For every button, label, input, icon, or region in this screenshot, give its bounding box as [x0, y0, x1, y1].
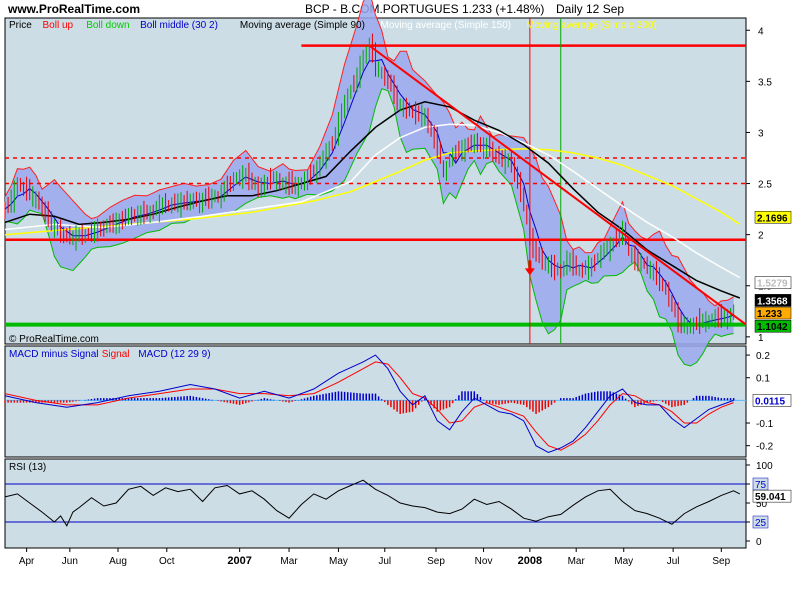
legend-price-2: Boll down — [86, 20, 129, 31]
legend-price-4: Moving average (Simple 90) — [240, 20, 365, 31]
legend-price-0: Price — [9, 20, 32, 31]
macd-axis-tick-label: 0.1 — [756, 374, 770, 385]
value-label-text: 1.3568 — [757, 296, 788, 307]
price-axis-tick-label: 4 — [758, 26, 764, 37]
rsi-value-text: 59.041 — [755, 492, 786, 503]
macd-axis-tick-label: -0.2 — [756, 442, 774, 453]
time-axis-label: Aug — [109, 556, 127, 567]
time-axis-label: Sep — [712, 556, 730, 567]
time-axis-label: May — [614, 556, 633, 567]
legend-price-3: Boll middle (30 2) — [140, 20, 218, 31]
legend-macd-2: MACD (12 29 9) — [138, 349, 210, 360]
macd-value-text: 0.0115 — [755, 396, 785, 407]
time-axis-label: Jul — [378, 556, 391, 567]
legend-rsi-0: RSI (13) — [9, 462, 46, 473]
time-axis-label: 2007 — [227, 555, 251, 567]
time-axis-label: 2008 — [518, 555, 542, 567]
value-label-text: 2.1696 — [757, 213, 788, 224]
macd-current-value: 0.0115 — [752, 394, 792, 407]
macd-axis-tick-label: 0.2 — [756, 351, 770, 362]
macd-axis-tick-label: -0.1 — [756, 419, 774, 430]
time-axis-label: Mar — [280, 556, 298, 567]
value-label-text: 1.1042 — [757, 322, 788, 333]
legend-price-5: Moving average (Simple 150) — [381, 20, 512, 31]
time-axis-label: Mar — [568, 556, 586, 567]
watermark-text: © ProRealTime.com — [9, 334, 99, 345]
legend-price-1: Boll up — [43, 20, 74, 31]
time-axis-label: Jul — [667, 556, 680, 567]
rsi-current-value: 59.041 — [752, 489, 792, 503]
legend-macd-0: MACD minus Signal — [9, 349, 98, 360]
rsi-level-label-25: 25 — [752, 515, 769, 529]
time-axis-label: Nov — [475, 556, 493, 567]
legend-price-6: Moving average (Simple 200) — [526, 20, 657, 31]
rsi-level-text: 25 — [755, 518, 767, 529]
time-axis-label: May — [329, 556, 348, 567]
rsi-level-text: 75 — [755, 480, 767, 491]
value-label-2: 1.3568 — [754, 294, 792, 307]
rsi-axis-tick-label: 0 — [756, 537, 762, 548]
value-label-text: 1.233 — [757, 309, 782, 320]
time-axis-label: Apr — [19, 556, 35, 567]
value-label-text: 1.5279 — [757, 279, 788, 290]
chart-canvas: 11.522.533.542.16961.52791.35681.2331.10… — [4, 0, 792, 567]
time-axis-label: Jun — [62, 556, 78, 567]
legend-macd-1: Signal — [102, 349, 130, 360]
price-axis-tick-label: 2.5 — [758, 180, 772, 191]
value-label-4: 1.1042 — [754, 319, 792, 333]
rsi-level-label-75: 75 — [752, 477, 769, 491]
price-axis-tick-label: 2 — [758, 231, 764, 242]
time-axis-label: Sep — [427, 556, 445, 567]
value-label-0: 2.1696 — [754, 211, 792, 224]
price-axis-tick-label: 3 — [758, 128, 764, 139]
price-axis-tick-label: 3.5 — [758, 77, 772, 88]
price-axis-tick-label: 1 — [758, 333, 764, 344]
value-label-1: 1.5279 — [754, 276, 792, 290]
rsi-axis-tick-label: 100 — [756, 461, 773, 472]
value-label-3: 1.233 — [754, 306, 792, 320]
time-axis-label: Oct — [159, 556, 175, 567]
